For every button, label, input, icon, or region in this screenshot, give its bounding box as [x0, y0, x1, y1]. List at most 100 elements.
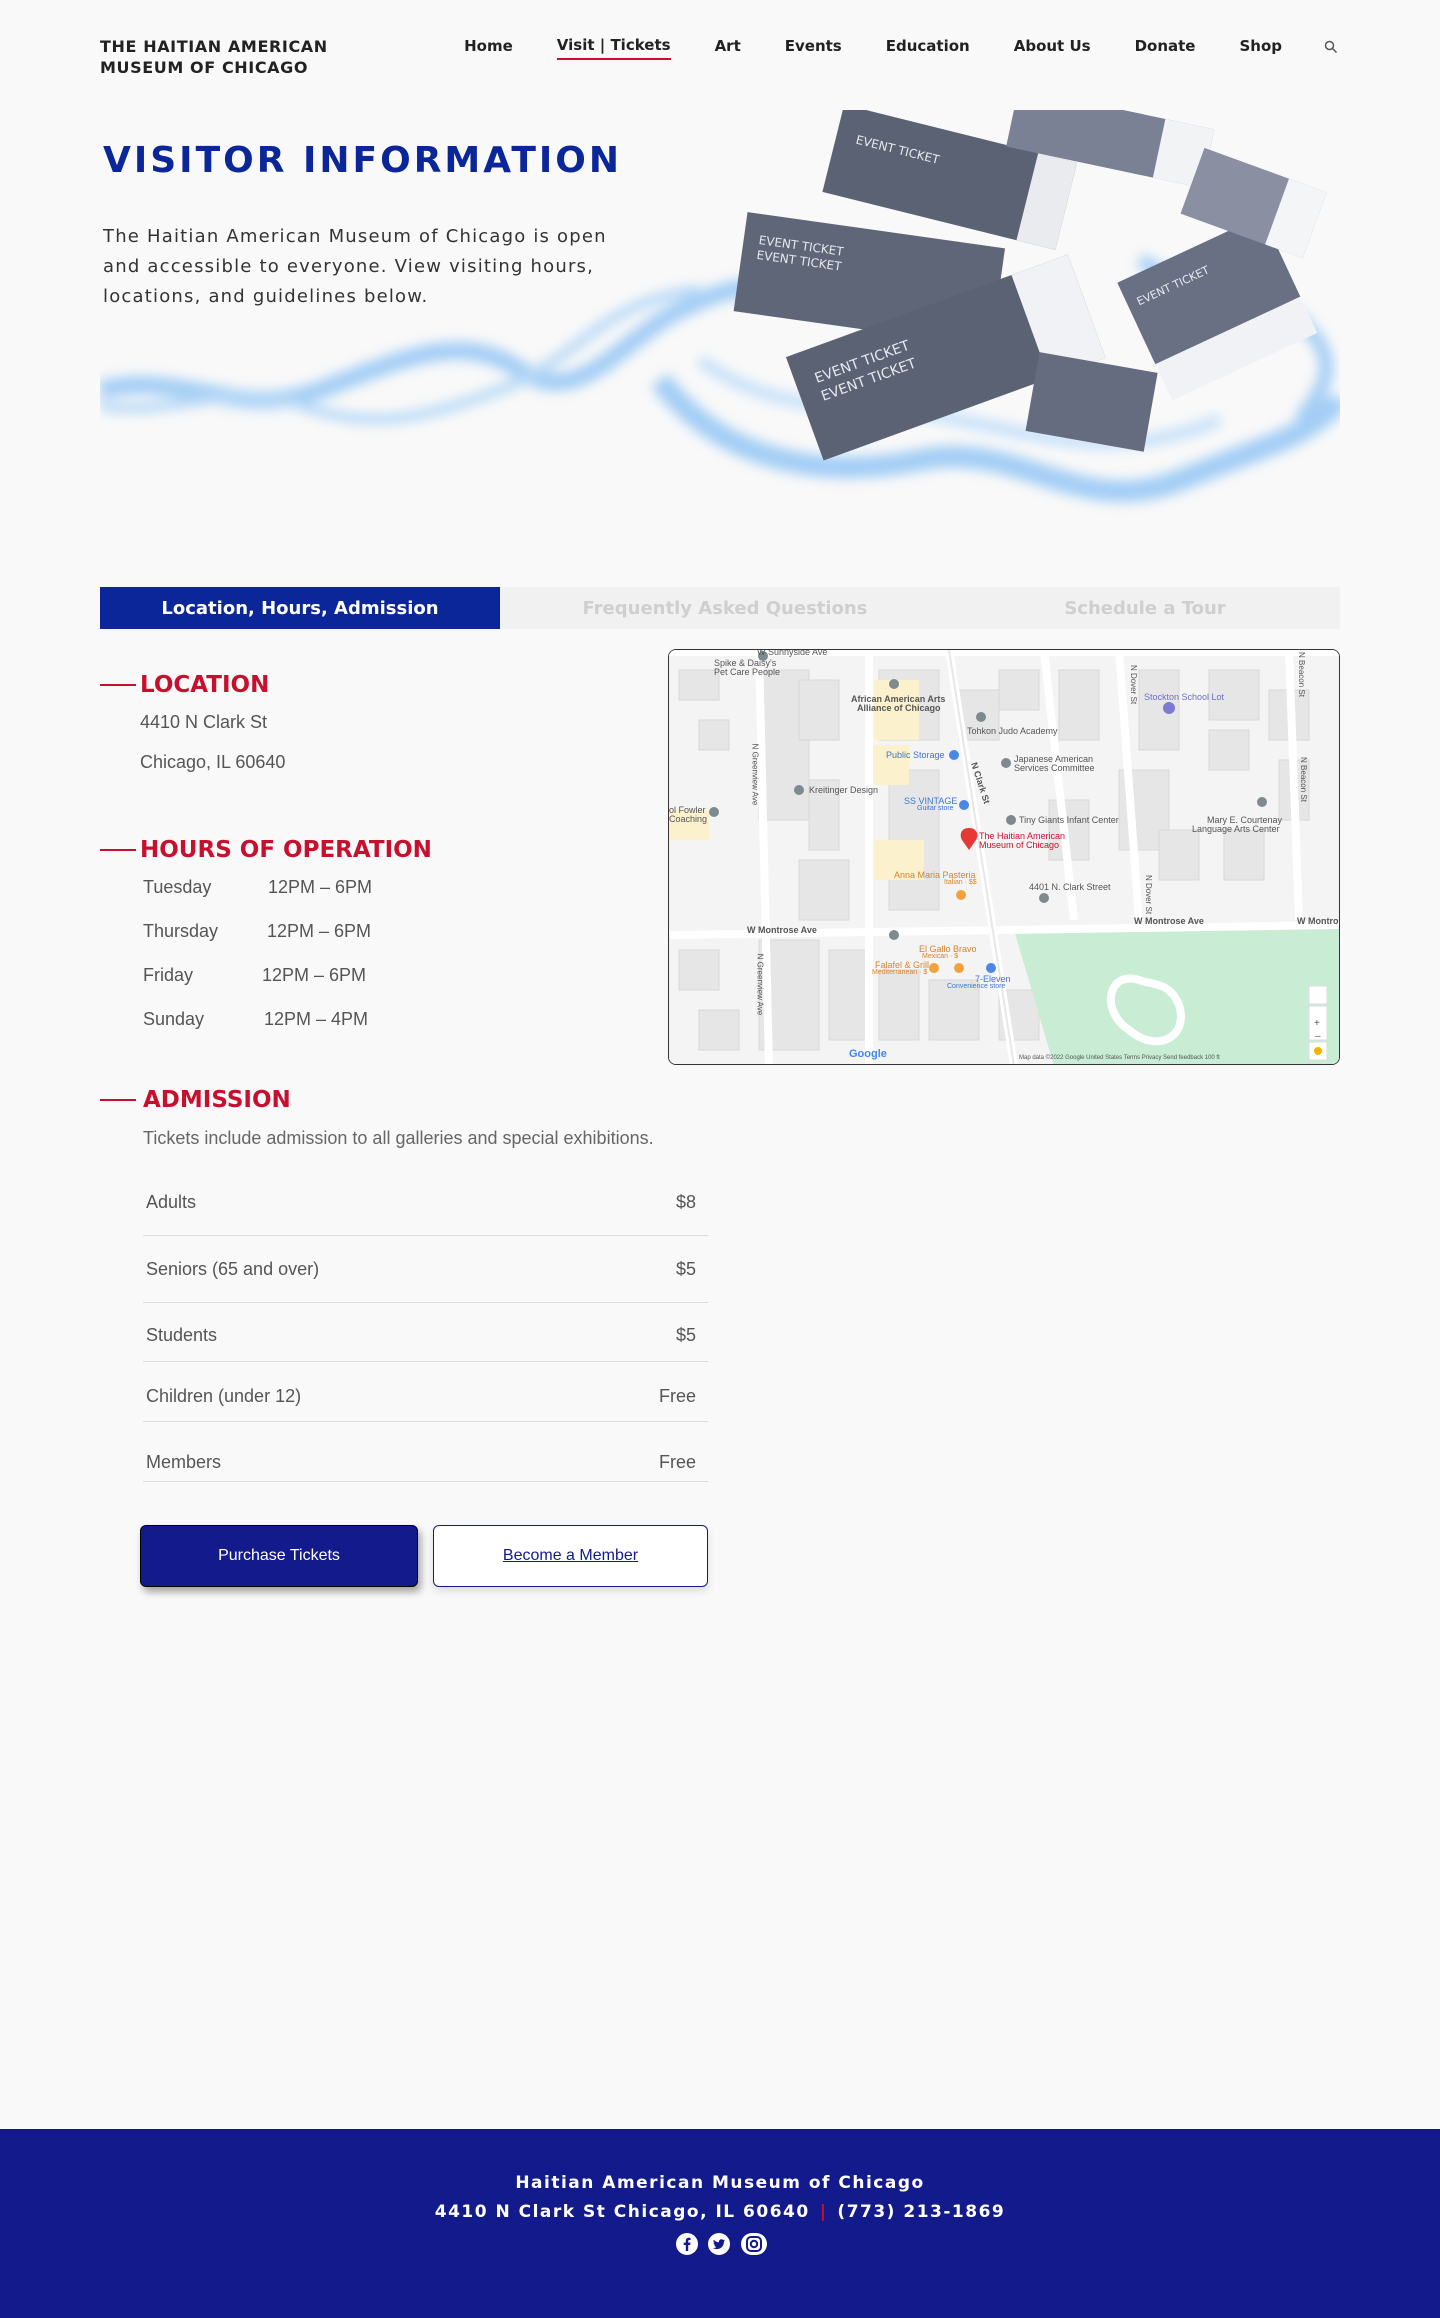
logo-line-1: THE HAITIAN AMERICAN — [100, 37, 328, 56]
price-category: Seniors (65 and over) — [146, 1259, 320, 1279]
tab-schedule-tour[interactable]: Schedule a Tour — [950, 587, 1340, 629]
hours-row: Sunday 12PM – 4PM — [143, 1009, 368, 1030]
map-place-label: Coaching — [669, 814, 708, 824]
map-street-label: N Dover St — [1144, 874, 1154, 915]
map-place-label: Tohkon Judo Academy — [967, 726, 1058, 736]
map-street-label: N Beacon St — [1298, 757, 1308, 802]
hours-time: 12PM – 6PM — [268, 877, 373, 897]
nav-donate[interactable]: Donate — [1135, 37, 1196, 59]
logo-line-2: MUSEUM OF CHICAGO — [100, 58, 309, 77]
heading-rule — [100, 1099, 136, 1101]
tab-location-hours-admission[interactable]: Location, Hours, Admission — [100, 587, 500, 629]
price-row: Children (under 12) Free — [143, 1362, 708, 1422]
nav-shop[interactable]: Shop — [1239, 37, 1282, 59]
hours-day: Sunday — [143, 1009, 205, 1029]
price-value: $8 — [675, 1192, 696, 1212]
map-place-label: Public Storage — [886, 750, 945, 760]
hours-day: Tuesday — [143, 877, 212, 897]
admission-heading: ADMISSION — [100, 1087, 291, 1113]
hours-title: HOURS OF OPERATION — [140, 837, 432, 863]
site-footer: Haitian American Museum of Chicago 4410 … — [0, 2129, 1440, 2318]
map-place-label: Pet Care People — [714, 667, 781, 677]
location-title: LOCATION — [140, 672, 270, 698]
page-title: VISITOR INFORMATION — [103, 140, 623, 181]
hours-day: Friday — [143, 965, 194, 985]
hours-time: 12PM – 6PM — [267, 921, 372, 941]
price-value: $5 — [675, 1325, 696, 1345]
nav-about-us[interactable]: About Us — [1014, 37, 1091, 59]
footer-museum-name: Haitian American Museum of Chicago — [515, 2173, 925, 2193]
hero-intro: The Haitian American Museum of Chicago i… — [103, 226, 607, 307]
map-street-label: N Greenview Ave — [755, 953, 765, 1016]
facebook-icon[interactable] — [675, 2232, 699, 2260]
purchase-tickets-button[interactable]: Purchase Tickets — [140, 1525, 418, 1587]
price-value: Free — [658, 1386, 696, 1406]
site-logo[interactable]: THE HAITIAN AMERICAN MUSEUM OF CHICAGO — [100, 36, 328, 78]
event-tickets-illustration: EVENT TICKET EVENT TICKET EVENT TICKET E… — [733, 110, 1327, 461]
price-row: Students $5 — [143, 1303, 708, 1362]
map-place-label: Tiny Giants Infant Center — [1019, 815, 1119, 825]
twitter-icon[interactable] — [707, 2232, 731, 2260]
footer-separator: | — [819, 2202, 828, 2222]
price-category: Students — [146, 1325, 218, 1345]
footer-contact: 4410 N Clark St Chicago, IL 60640 | (773) … — [0, 2202, 1440, 2222]
nav-visit-tickets[interactable]: Visit | Tickets — [556, 36, 671, 60]
map-street-label: N Greenview Ave — [750, 743, 760, 806]
map-place-label: Guitar store — [917, 805, 954, 812]
price-value: $5 — [675, 1259, 696, 1279]
instagram-icon[interactable] — [739, 2232, 769, 2260]
admission-subtitle: Tickets include admission to all galleri… — [143, 1128, 654, 1148]
map-attribution[interactable]: Map data ©2022 Google United States Term… — [1019, 1055, 1220, 1061]
nav-home[interactable]: Home — [464, 37, 513, 59]
map-street-label: W Sunnyside Ave — [757, 649, 828, 657]
map-place-label: Services Committee — [1014, 763, 1095, 773]
map-street-label: N Dover St — [1129, 664, 1139, 705]
hours-row: Thursday 12PM – 6PM — [143, 921, 371, 942]
svg-text:–: – — [1315, 1031, 1321, 1042]
nav-events[interactable]: Events — [785, 37, 842, 59]
heading-rule — [100, 684, 136, 686]
heading-rule — [100, 849, 136, 851]
location-map[interactable]: + – W Sunnyside Ave Spike & Daisy's Pet … — [668, 649, 1340, 1065]
admission-title: ADMISSION — [143, 1087, 291, 1113]
google-logo: Google — [849, 1048, 887, 1060]
hours-heading: HOURS OF OPERATION — [100, 837, 432, 863]
info-tabs: Location, Hours, Admission Frequently As… — [100, 587, 1340, 629]
map-street-label: N Beacon St — [1296, 652, 1306, 697]
price-row: Seniors (65 and over) $5 — [143, 1237, 708, 1303]
hours-day: Thursday — [143, 921, 219, 941]
map-museum-label[interactable]: Museum of Chicago — [979, 840, 1059, 850]
search-icon[interactable] — [1324, 40, 1340, 56]
nav-education[interactable]: Education — [886, 37, 970, 59]
map-canvas: + – — [669, 650, 1339, 1064]
hours-row: Tuesday 12PM – 6PM — [143, 877, 372, 898]
map-place-label: 4401 N. Clark Street — [1029, 882, 1111, 892]
svg-text:+: + — [1314, 1018, 1320, 1029]
become-member-button[interactable]: Become a Member — [433, 1525, 708, 1587]
tab-faq[interactable]: Frequently Asked Questions — [500, 587, 950, 629]
price-category: Children (under 12) — [146, 1386, 302, 1406]
map-place-label: Mexican · $ — [922, 953, 959, 960]
price-category: Members — [146, 1452, 222, 1472]
map-place-label: Alliance of Chicago — [857, 703, 941, 713]
social-links — [675, 2232, 769, 2260]
hours-time: 12PM – 6PM — [262, 965, 367, 985]
map-place-label: Convenience store — [947, 983, 1006, 990]
map-place-label: Stockton School Lot — [1144, 692, 1225, 702]
map-place-label: Language Arts Center — [1192, 824, 1280, 834]
site-header: THE HAITIAN AMERICAN MUSEUM OF CHICAGO H… — [0, 0, 1440, 100]
map-street-label: W Montrose Ave — [1134, 916, 1204, 926]
hours-row: Friday 12PM – 6PM — [143, 965, 366, 986]
price-category: Adults — [146, 1192, 197, 1212]
map-place-label: Mediterranean · $ — [872, 969, 928, 976]
hours-time: 12PM – 4PM — [264, 1009, 369, 1029]
nav-art[interactable]: Art — [715, 37, 741, 59]
price-row: Adults $8 — [143, 1170, 708, 1236]
footer-phone[interactable]: (773) 213-1869 — [837, 2202, 1005, 2222]
address-line-1: 4410 N Clark St — [140, 712, 268, 732]
address-line-2: Chicago, IL 60640 — [140, 752, 286, 772]
price-row: Members Free — [143, 1422, 708, 1482]
price-value: Free — [658, 1452, 696, 1472]
map-street-label: W Montrose Ave — [747, 925, 817, 935]
map-street-label: W Montro — [1297, 916, 1339, 926]
